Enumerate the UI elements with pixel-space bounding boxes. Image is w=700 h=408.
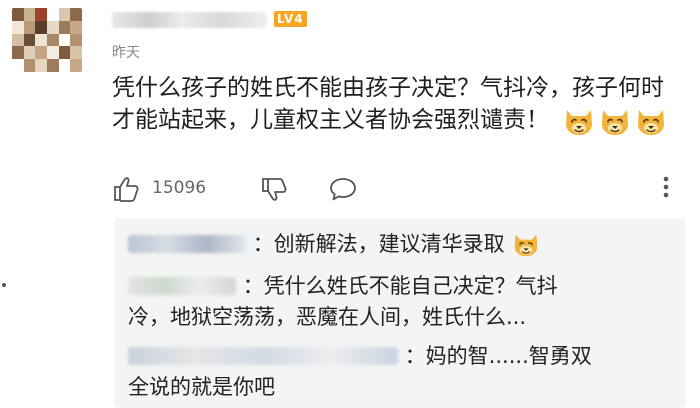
reply-panel: ：创新解法，建议清华录取 ：凭什么姓氏不能自己决定？气抖 冷，地狱空荡荡，恶魔在… bbox=[114, 218, 686, 408]
like-count: 15096 bbox=[152, 178, 207, 198]
comment-actions: 15096 bbox=[112, 172, 682, 206]
doge-emoji-icon bbox=[634, 106, 668, 136]
more-vertical-icon[interactable] bbox=[661, 174, 671, 204]
reply-username-blurred[interactable] bbox=[128, 277, 236, 295]
thumbs-up-icon[interactable] bbox=[112, 176, 142, 206]
edge-dot bbox=[2, 283, 6, 287]
comment-time: 昨天 bbox=[112, 45, 140, 61]
reply-text-continued: 全说的就是你吧 bbox=[128, 375, 275, 399]
reply-item[interactable]: ：妈的智......智勇双 全说的就是你吧 bbox=[128, 340, 592, 402]
comment-body: 凭什么孩子的姓氏不能由孩子决定？气抖冷，孩子何时才能站起来，儿童权主义者协会强烈… bbox=[112, 72, 672, 136]
emoji-group bbox=[562, 106, 668, 136]
reply-username-blurred[interactable] bbox=[128, 235, 246, 253]
doge-emoji-icon bbox=[511, 231, 541, 257]
reply-text: ：创新解法，建议清华录取 bbox=[252, 232, 505, 256]
username-blurred[interactable] bbox=[112, 12, 267, 28]
reply-username-blurred[interactable] bbox=[128, 347, 398, 365]
level-badge: LV4 bbox=[274, 11, 307, 27]
reply-text: ：凭什么姓氏不能自己决定？气抖 bbox=[242, 274, 558, 298]
reply-text-continued: 冷，地狱空荡荡，恶魔在人间，姓氏什么... bbox=[128, 305, 527, 329]
thumbs-down-icon[interactable] bbox=[260, 177, 290, 207]
doge-emoji-icon bbox=[562, 106, 596, 136]
reply-text: ：妈的智......智勇双 bbox=[404, 344, 592, 368]
reply-item[interactable]: ：凭什么姓氏不能自己决定？气抖 冷，地狱空荡荡，恶魔在人间，姓氏什么... bbox=[128, 270, 558, 332]
avatar[interactable] bbox=[12, 8, 82, 72]
comment-icon[interactable] bbox=[328, 176, 358, 206]
reply-item[interactable]: ：创新解法，建议清华录取 bbox=[128, 228, 541, 259]
doge-emoji-icon bbox=[598, 106, 632, 136]
